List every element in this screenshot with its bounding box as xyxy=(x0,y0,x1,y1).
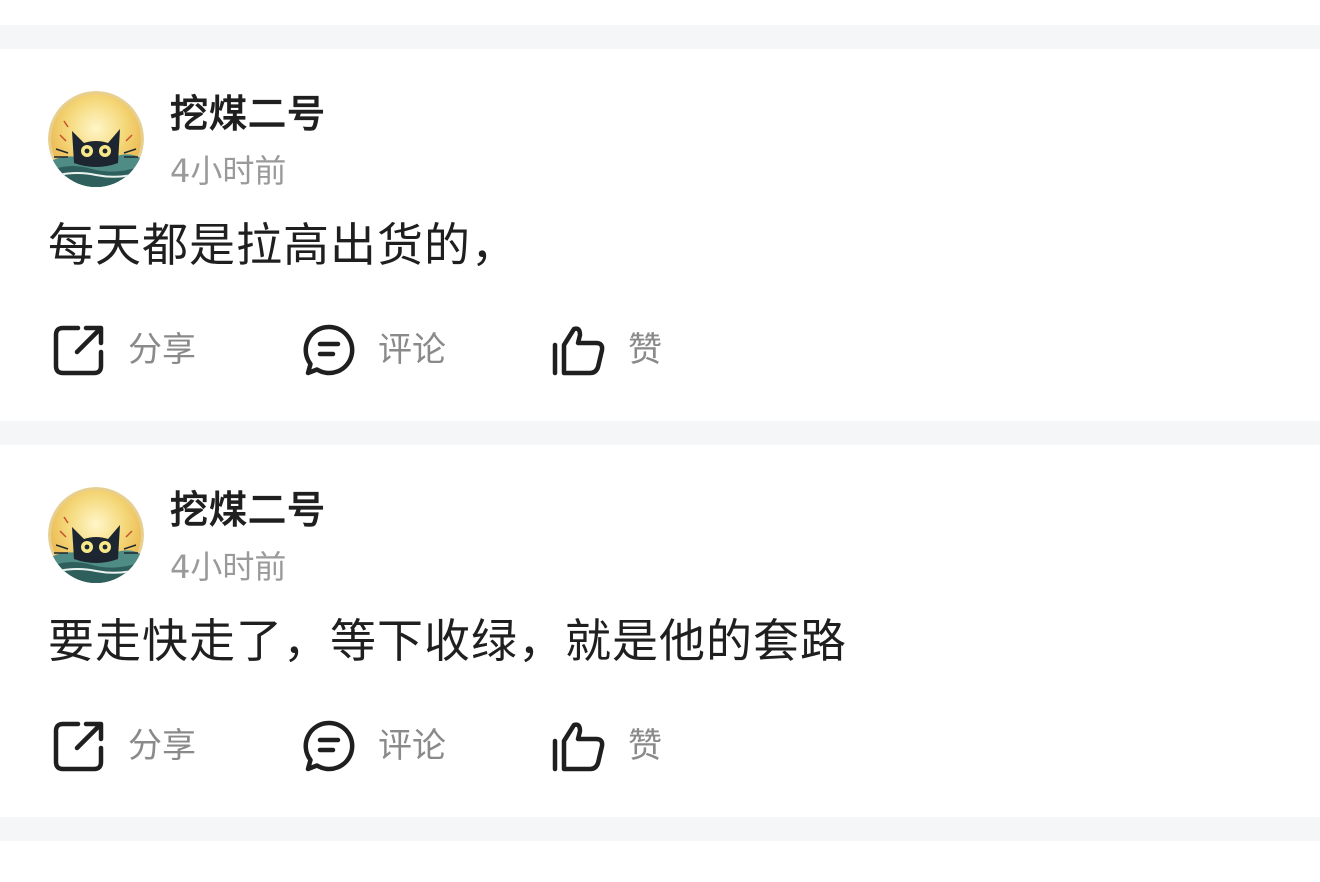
like-button[interactable]: 赞 xyxy=(550,321,662,379)
share-button[interactable]: 分享 xyxy=(52,717,196,775)
comment-text: 要走快走了，等下收绿，就是他的套路 xyxy=(48,614,847,668)
comment-card: 挖煤二号 4小时前 每天都是拉高出货的， 分享 评论 赞 xyxy=(0,49,1320,421)
share-label: 分享 xyxy=(128,726,196,766)
separator xyxy=(0,817,1320,841)
comment-icon xyxy=(303,720,355,772)
comment-feed: 挖煤二号 4小时前 每天都是拉高出货的， 分享 评论 赞 挖煤二号 4小时前 要… xyxy=(0,0,1320,882)
black-cat-avatar-icon xyxy=(48,487,144,583)
thumbs-up-icon xyxy=(552,722,605,772)
username[interactable]: 挖煤二号 xyxy=(170,485,326,535)
like-button[interactable]: 赞 xyxy=(550,717,662,775)
comment-card: 挖煤二号 4小时前 要走快走了，等下收绿，就是他的套路 分享 评论 赞 xyxy=(0,445,1320,817)
share-button[interactable]: 分享 xyxy=(52,321,196,379)
like-label: 赞 xyxy=(628,330,662,370)
comment-button[interactable]: 评论 xyxy=(302,321,446,379)
separator xyxy=(0,25,1320,49)
thumbs-up-icon xyxy=(552,326,605,376)
black-cat-avatar-icon xyxy=(48,91,144,187)
share-icon xyxy=(53,721,104,772)
comment-label: 评论 xyxy=(378,330,446,370)
post-time: 4小时前 xyxy=(170,152,287,190)
username[interactable]: 挖煤二号 xyxy=(170,89,326,139)
share-label: 分享 xyxy=(128,330,196,370)
comment-text: 每天都是拉高出货的， xyxy=(48,218,518,272)
comment-button[interactable]: 评论 xyxy=(302,717,446,775)
avatar[interactable] xyxy=(48,91,144,187)
top-spacer xyxy=(0,0,1320,25)
share-icon xyxy=(53,325,104,376)
like-label: 赞 xyxy=(628,726,662,766)
comment-label: 评论 xyxy=(378,726,446,766)
comment-icon xyxy=(303,324,355,376)
avatar[interactable] xyxy=(48,487,144,583)
separator xyxy=(0,421,1320,445)
post-time: 4小时前 xyxy=(170,548,287,586)
